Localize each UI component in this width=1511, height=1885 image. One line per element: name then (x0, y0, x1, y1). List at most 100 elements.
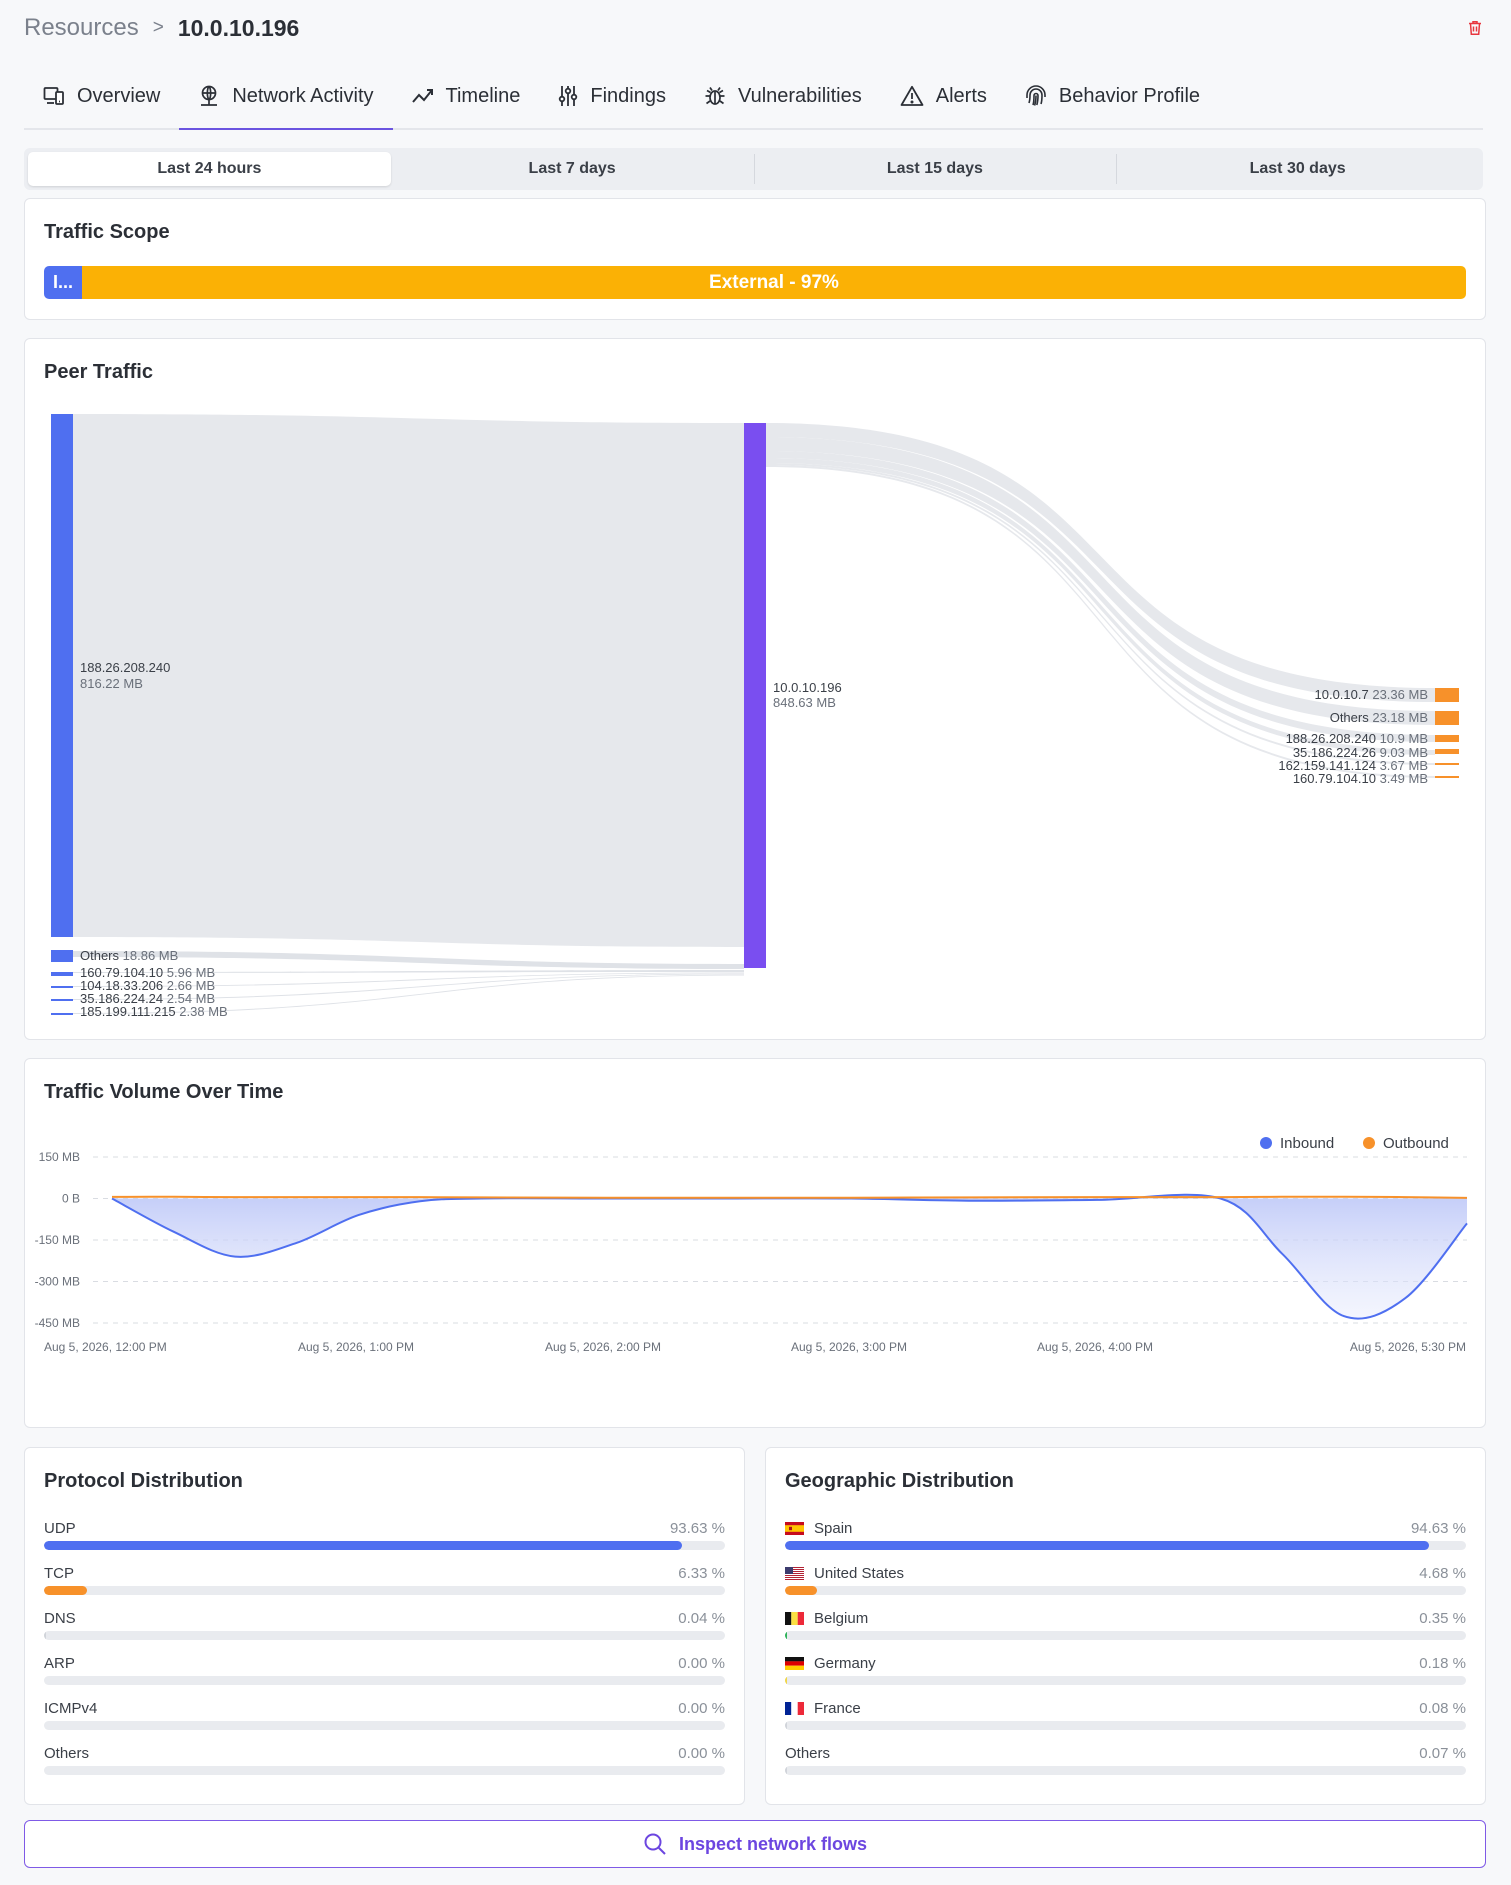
sankey-node-188-26-208-240[interactable] (51, 414, 73, 937)
sankey-label: 10.0.10.7 23.36 MB (1315, 687, 1429, 702)
inspect-network-flows-button[interactable]: Inspect network flows (24, 1820, 1486, 1868)
scope-internal-segment[interactable]: I... (44, 266, 82, 299)
warning-triangle-icon (900, 85, 924, 106)
sankey-label: Others 18.86 MB (80, 948, 178, 963)
protocol-bar-track (44, 1766, 725, 1775)
protocol-row-dns: DNS 0.04 % (44, 1610, 725, 1655)
geo-row-united-states: United States 4.68 % (785, 1565, 1466, 1610)
sliders-icon (559, 86, 578, 106)
tab-overview[interactable]: Overview (24, 64, 179, 128)
sankey-node-162-159-141-124[interactable] (1435, 763, 1459, 765)
geo-label-text: Belgium (814, 1610, 869, 1627)
traffic-scope-card: Traffic Scope I... External - 97% (24, 198, 1486, 320)
tab-label: Vulnerabilities (737, 84, 862, 107)
protocol-label: DNS (44, 1610, 76, 1627)
protocol-bar-fill (44, 1541, 682, 1550)
search-icon (644, 1833, 666, 1855)
protocol-row-arp: ARP 0.00 % (44, 1655, 725, 1700)
sankey-target-nodes (1435, 688, 1459, 778)
tab-findings[interactable]: Findings (539, 64, 685, 128)
sankey-node-others-target[interactable] (1435, 711, 1459, 725)
sankey-label-name: Others (80, 948, 120, 963)
tab-behavior-profile[interactable]: Behavior Profile (1006, 64, 1219, 128)
x-tick-label: Aug 5, 2026, 2:00 PM (545, 1340, 661, 1354)
geo-label-text: Germany (814, 1655, 876, 1672)
sankey-label-name: 160.79.104.10 (1293, 771, 1376, 786)
geo-bar-fill (785, 1721, 788, 1730)
sankey-label-name: 185.199.111.215 (80, 1004, 176, 1019)
range-last-15-days[interactable]: Last 15 days (753, 152, 1117, 186)
sankey-label: 185.199.111.215 2.38 MB (80, 1004, 228, 1019)
sankey-node-188-26-208-240-target[interactable] (1435, 735, 1459, 742)
sankey-node-others-source[interactable] (51, 950, 73, 962)
tab-timeline[interactable]: Timeline (393, 64, 540, 128)
geo-label-text: Others (785, 1745, 831, 1762)
protocol-percent: 0.00 % (678, 1700, 725, 1717)
sankey-node-10-0-10-7[interactable] (1435, 688, 1459, 702)
protocol-label-text: DNS (44, 1610, 76, 1627)
us-flag-icon (785, 1567, 804, 1580)
tab-network-activity[interactable]: Network Activity (179, 64, 393, 130)
sankey-node-104-18-33-206[interactable] (51, 986, 73, 988)
geo-percent: 4.68 % (1419, 1565, 1466, 1582)
legend-outbound-swatch (1363, 1137, 1375, 1149)
tab-label: Timeline (445, 84, 521, 107)
geo-row-france: France 0.08 % (785, 1700, 1466, 1745)
tab-label: Findings (590, 84, 666, 107)
network-globe-icon (201, 85, 218, 106)
traffic-scope-title: Traffic Scope (44, 221, 170, 243)
protocol-label: ICMPv4 (44, 1700, 97, 1717)
breadcrumb-resources-link[interactable]: Resources (24, 14, 139, 42)
protocol-bar-track (44, 1586, 725, 1595)
protocol-label-text: TCP (44, 1565, 74, 1582)
x-tick-label: Aug 5, 2026, 12:00 PM (44, 1340, 167, 1354)
protocol-row-icmpv4: ICMPv4 0.00 % (44, 1700, 725, 1745)
scope-external-segment[interactable]: External - 97% (82, 266, 1466, 299)
range-last-30-days[interactable]: Last 30 days (1116, 152, 1479, 186)
tab-bar: Overview Network Activity Timeline Findi… (24, 64, 1483, 130)
sankey-node-center[interactable] (744, 423, 766, 968)
sankey-node-185-199-111-215[interactable] (51, 1013, 73, 1015)
protocol-distribution-title: Protocol Distribution (44, 1470, 243, 1492)
sankey-label-value: 23.36 MB (1372, 687, 1428, 702)
sankey-node-160-79-104-10-target[interactable] (1435, 776, 1459, 778)
tab-label: Network Activity (232, 84, 374, 107)
protocol-label: TCP (44, 1565, 74, 1582)
geo-percent: 0.18 % (1419, 1655, 1466, 1672)
sankey-node-160-79-104-10-source[interactable] (51, 972, 73, 976)
geo-percent: 0.07 % (1419, 1745, 1466, 1762)
inspect-button-label: Inspect network flows (678, 1833, 868, 1854)
legend-inbound-label[interactable]: Inbound (1280, 1135, 1334, 1152)
page-title: 10.0.10.196 (177, 14, 300, 41)
sankey-node-35-186-224-24[interactable] (51, 999, 73, 1001)
protocol-label-text: Others (44, 1745, 90, 1762)
protocol-bar-track (44, 1631, 725, 1640)
protocol-distribution-card: Protocol Distribution UDP 93.63 % TCP 6.33 … (24, 1447, 745, 1805)
legend-outbound-label[interactable]: Outbound (1383, 1135, 1449, 1152)
x-tick-label: Aug 5, 2026, 5:30 PM (1350, 1340, 1466, 1354)
geo-bar-track (785, 1541, 1466, 1550)
belgium-flag-icon (785, 1612, 804, 1625)
tab-alerts[interactable]: Alerts (881, 64, 1006, 128)
protocol-percent: 6.33 % (678, 1565, 725, 1582)
outbound-series-line[interactable] (111, 1195, 1468, 1199)
tab-label: Alerts (935, 84, 987, 107)
protocol-label-text: ARP (44, 1655, 75, 1672)
range-last-24-hours[interactable]: Last 24 hours (28, 152, 391, 186)
protocol-percent: 0.04 % (678, 1610, 725, 1627)
chart-y-axis: 150 MB 0 B -150 MB -300 MB -450 MB (35, 1150, 80, 1330)
tab-vulnerabilities[interactable]: Vulnerabilities (685, 64, 881, 128)
range-last-7-days[interactable]: Last 7 days (391, 152, 754, 186)
geo-distribution-card: Geographic Distribution Spain 94.63 % Unit… (765, 1447, 1486, 1805)
chart-series (111, 1193, 1468, 1320)
sankey-center-value: 848.63 MB (773, 695, 836, 710)
delete-button[interactable] (1459, 12, 1491, 44)
sankey-center-label: 10.0.10.196 (773, 680, 842, 695)
geo-bar-fill (785, 1586, 817, 1595)
sankey-label: 160.79.104.10 3.49 MB (1293, 771, 1428, 786)
sankey-node-35-186-224-26[interactable] (1435, 749, 1459, 754)
y-tick-label: -150 MB (35, 1233, 80, 1247)
sankey-label-value: 2.38 MB (179, 1004, 227, 1019)
breadcrumb: Resources > 10.0.10.196 (24, 14, 299, 42)
y-tick-label: 150 MB (39, 1150, 80, 1164)
